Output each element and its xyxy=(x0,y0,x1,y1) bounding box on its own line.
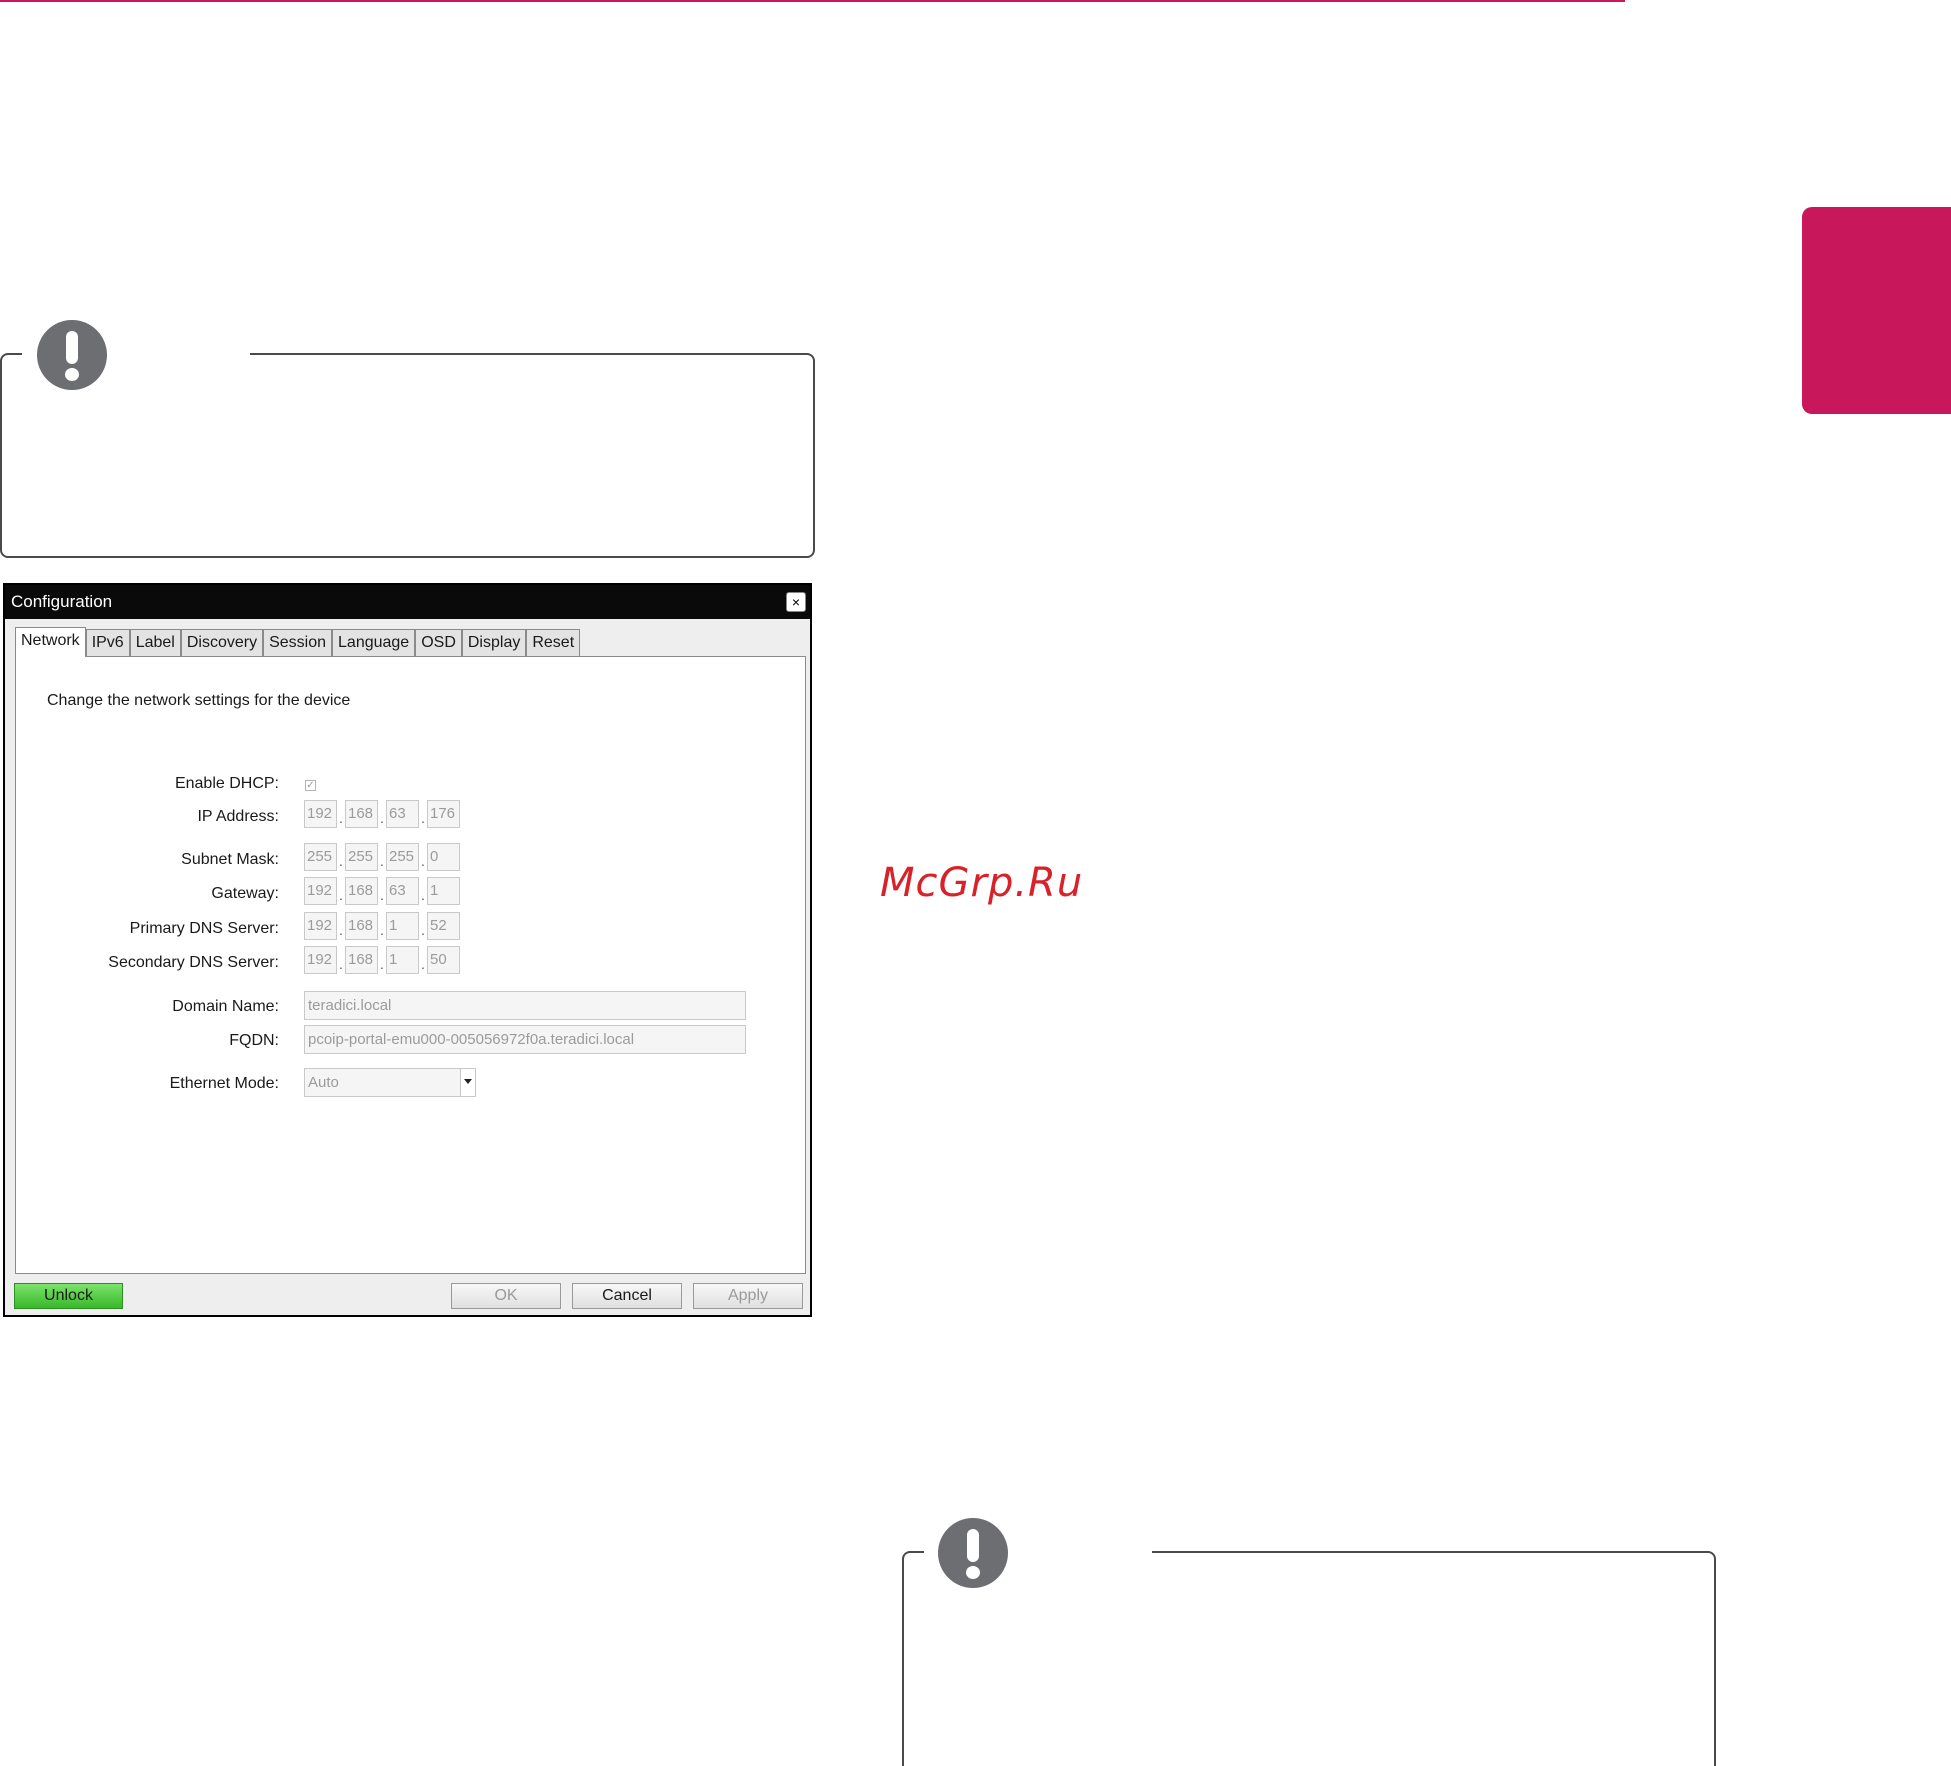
subnet-mask-field: 255 . 255 . 255 . 0 xyxy=(304,843,460,871)
subnet-mask-label: Subnet Mask: xyxy=(181,851,279,868)
secondary-dns-octet[interactable]: 50 xyxy=(427,946,460,974)
fqdn-label: FQDN: xyxy=(229,1032,279,1049)
apply-button[interactable]: Apply xyxy=(693,1283,803,1309)
ip-octet[interactable]: 176 xyxy=(427,800,460,828)
secondary-dns-label: Secondary DNS Server: xyxy=(108,954,279,971)
tab-reset[interactable]: Reset xyxy=(526,629,581,656)
exclamation-icon xyxy=(938,1518,1008,1588)
ok-button[interactable]: OK xyxy=(451,1283,561,1309)
exclamation-icon xyxy=(37,320,107,390)
tab-display[interactable]: Display xyxy=(461,629,527,656)
ip-address-field: 192 . 168 . 63 . 176 xyxy=(304,800,460,828)
gateway-octet[interactable]: 1 xyxy=(427,877,460,905)
domain-name-input[interactable]: teradici.local xyxy=(304,991,746,1020)
subnet-octet[interactable]: 0 xyxy=(427,843,460,871)
tab-discovery[interactable]: Discovery xyxy=(180,629,264,656)
primary-dns-octet[interactable]: 1 xyxy=(386,912,419,940)
manual-page: Configuration × Network IPv6 Label Disco… xyxy=(0,0,1951,1766)
secondary-dns-octet[interactable]: 192 xyxy=(304,946,337,974)
header-rule xyxy=(0,0,1625,2)
ethernet-mode-label: Ethernet Mode: xyxy=(169,1075,279,1092)
primary-dns-octet[interactable]: 52 xyxy=(427,912,460,940)
subnet-octet[interactable]: 255 xyxy=(386,843,419,871)
close-button[interactable]: × xyxy=(786,592,806,612)
panel-description: Change the network settings for the devi… xyxy=(47,692,351,709)
tab-network[interactable]: Network xyxy=(15,627,86,657)
network-panel: Change the network settings for the devi… xyxy=(15,656,806,1274)
gateway-label: Gateway: xyxy=(211,885,279,902)
subnet-octet[interactable]: 255 xyxy=(345,843,378,871)
tab-ipv6[interactable]: IPv6 xyxy=(85,629,130,656)
tab-label[interactable]: Label xyxy=(129,629,181,656)
unlock-button[interactable]: Unlock xyxy=(14,1283,123,1309)
note-box-bottom xyxy=(902,1550,1716,1766)
tab-session[interactable]: Session xyxy=(263,629,333,656)
gateway-octet[interactable]: 63 xyxy=(386,877,419,905)
chevron-down-icon[interactable] xyxy=(460,1069,475,1096)
primary-dns-octet[interactable]: 192 xyxy=(304,912,337,940)
cancel-button[interactable]: Cancel xyxy=(572,1283,682,1309)
enable-dhcp-checkbox[interactable]: ✓ xyxy=(305,780,316,791)
tab-strip: Network IPv6 Label Discovery Session Lan… xyxy=(15,627,581,657)
enable-dhcp-label: Enable DHCP: xyxy=(174,775,279,792)
fqdn-input[interactable]: pcoip-portal-emu000-005056972f0a.teradic… xyxy=(304,1025,746,1054)
configuration-dialog: Configuration × Network IPv6 Label Disco… xyxy=(3,583,812,1317)
chapter-side-tab xyxy=(1802,207,1951,414)
primary-dns-field: 192 . 168 . 1 . 52 xyxy=(304,912,460,940)
secondary-dns-octet[interactable]: 168 xyxy=(345,946,378,974)
gateway-octet[interactable]: 168 xyxy=(345,877,378,905)
ip-address-label: IP Address: xyxy=(197,808,279,825)
tab-language[interactable]: Language xyxy=(332,629,416,656)
ip-octet[interactable]: 168 xyxy=(345,800,378,828)
ethernet-mode-value: Auto xyxy=(308,1074,339,1091)
secondary-dns-octet[interactable]: 1 xyxy=(386,946,419,974)
tab-osd[interactable]: OSD xyxy=(415,629,462,656)
domain-name-label: Domain Name: xyxy=(172,998,279,1015)
dialog-title: Configuration xyxy=(11,592,113,611)
secondary-dns-field: 192 . 168 . 1 . 50 xyxy=(304,946,460,974)
note-box-top xyxy=(0,352,815,558)
watermark-text: McGrp.Ru xyxy=(880,860,1084,906)
gateway-octet[interactable]: 192 xyxy=(304,877,337,905)
subnet-octet[interactable]: 255 xyxy=(304,843,337,871)
primary-dns-octet[interactable]: 168 xyxy=(345,912,378,940)
ethernet-mode-select[interactable]: Auto xyxy=(304,1068,476,1097)
primary-dns-label: Primary DNS Server: xyxy=(129,920,279,937)
ip-octet[interactable]: 63 xyxy=(386,800,419,828)
gateway-field: 192 . 168 . 63 . 1 xyxy=(304,877,460,905)
dialog-title-bar[interactable]: Configuration × xyxy=(5,585,810,619)
ip-octet[interactable]: 192 xyxy=(304,800,337,828)
